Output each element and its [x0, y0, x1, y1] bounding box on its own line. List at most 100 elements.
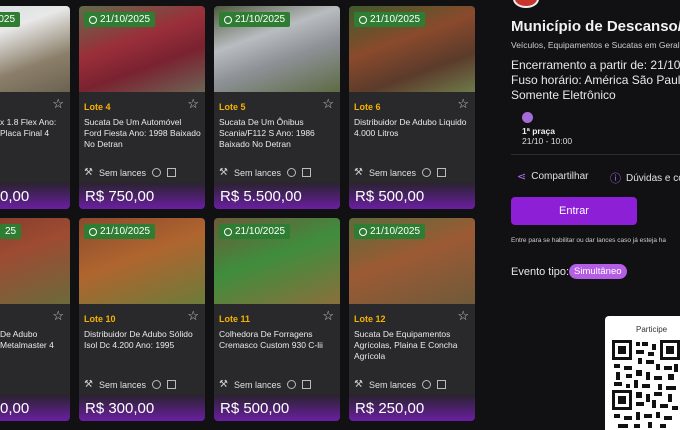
info-icon[interactable]: [287, 380, 296, 389]
lot-number: Lote 6: [354, 102, 381, 112]
bids-status: Sem lances: [368, 379, 416, 390]
bids-status: Sem lances: [368, 167, 416, 178]
lot-meta: ⚒ Sem lances: [219, 379, 336, 390]
image-icon[interactable]: [167, 380, 176, 389]
lot-description: Sucata De Equipamentos Agrícolas, Plaina…: [354, 329, 458, 361]
clock-icon: [224, 15, 232, 24]
qr-code-icon[interactable]: [612, 340, 680, 430]
info-icon[interactable]: [287, 168, 296, 177]
questions-button[interactable]: ⓘ Dúvidas e co: [610, 170, 680, 186]
questions-label: Dúvidas e co: [626, 172, 680, 184]
event-mode: Somente Eletrônico: [511, 88, 616, 102]
star-icon[interactable]: ☆: [322, 309, 334, 322]
lot-number: Lote 4: [84, 102, 111, 112]
date-badge: 21/10/2025: [0, 12, 21, 27]
lot-description: Colhedora De Forragens Cremasco Custom 9…: [219, 329, 323, 350]
share-button[interactable]: ⋖ Compartilhar: [517, 170, 588, 183]
event-subtitle: Veículos, Equipamentos e Sucatas em Gera…: [511, 40, 680, 50]
lot-price: R$ 500,00: [349, 183, 475, 209]
lot-meta: ⚒ Sem lances: [354, 379, 471, 390]
lot-card[interactable]: 21/10/2025 Lote 10 ☆ Distribuidor De Adu…: [79, 218, 205, 421]
star-icon[interactable]: ☆: [187, 97, 199, 110]
gavel-icon: ⚒: [84, 167, 93, 178]
image-icon[interactable]: [437, 168, 446, 177]
clock-icon: [89, 227, 97, 236]
date-badge: 21/10/2025: [219, 224, 291, 239]
lot-card[interactable]: 25 ☆ De Adubo Metalmaster 4 0,00: [0, 218, 70, 421]
lot-card[interactable]: 21/10/2025 Lote 5 ☆ Sucata De Um Ônibus …: [214, 6, 340, 209]
date-text: 21/10/2025: [370, 226, 421, 237]
date-text: 21/10/2025: [235, 14, 286, 25]
praca-date: 21/10 - 10:00: [522, 136, 573, 146]
bids-status: Sem lances: [98, 379, 146, 390]
image-icon[interactable]: [302, 168, 311, 177]
info-icon[interactable]: [422, 380, 431, 389]
info-icon[interactable]: [152, 380, 161, 389]
clock-icon: [224, 227, 232, 236]
date-text: 21/10/2025: [100, 14, 151, 25]
date-text: 21/10/2025: [0, 14, 16, 25]
question-icon: ⓘ: [610, 173, 621, 185]
lot-number: Lote 11: [219, 314, 251, 324]
qr-card[interactable]: Participe: [605, 316, 680, 430]
lot-card[interactable]: 21/10/2025 Lote 11 ☆ Colhedora De Forrag…: [214, 218, 340, 421]
info-icon[interactable]: [152, 168, 161, 177]
date-text: 21/10/2025: [100, 226, 151, 237]
image-icon[interactable]: [167, 168, 176, 177]
event-title: Município de Descanso/S: [511, 18, 680, 35]
lot-description: Distribuidor De Adubo Liquido 4.000 Litr…: [354, 117, 467, 138]
lot-price: 0,00: [0, 395, 70, 421]
date-badge: 25: [0, 224, 22, 239]
date-text: 25: [5, 226, 17, 237]
star-icon[interactable]: ☆: [457, 309, 469, 322]
lot-price: R$ 750,00: [79, 183, 205, 209]
star-icon[interactable]: ☆: [457, 97, 469, 110]
participe-label: Participe: [636, 325, 668, 334]
info-icon[interactable]: [422, 168, 431, 177]
gavel-icon: ⚒: [219, 167, 228, 178]
date-text: 21/10/2025: [235, 226, 286, 237]
gavel-icon: ⚒: [354, 167, 363, 178]
lot-number: Lote 10: [84, 314, 116, 324]
lot-meta: ⚒ Sem lances: [354, 167, 471, 178]
star-icon[interactable]: ☆: [187, 309, 199, 322]
lot-meta: ⚒ Sem lances: [84, 379, 201, 390]
star-icon[interactable]: ☆: [322, 97, 334, 110]
gavel-icon: ⚒: [219, 379, 228, 390]
auction-page: 21/10/2025 ☆ x 1.8 Flex Ano: Placa Final…: [0, 0, 680, 430]
clock-icon: [359, 15, 367, 24]
praca-indicator: [522, 112, 533, 123]
date-text: 21/10/2025: [370, 14, 421, 25]
lot-price: R$ 500,00: [214, 395, 340, 421]
divider: [511, 154, 680, 155]
date-badge: 21/10/2025: [219, 12, 291, 27]
praca-label: 1ª praça: [522, 126, 555, 136]
lot-price: R$ 300,00: [79, 395, 205, 421]
date-badge: 21/10/2025: [84, 224, 156, 239]
lot-meta: ⚒ Sem lances: [219, 167, 336, 178]
image-icon[interactable]: [302, 380, 311, 389]
lot-description: Sucata De Um Automóvel Ford Fiesta Ano: …: [84, 117, 201, 149]
star-icon[interactable]: ☆: [52, 309, 64, 322]
lot-price: R$ 5.500,00: [214, 183, 340, 209]
lot-card[interactable]: 21/10/2025 Lote 12 ☆ Sucata De Equipamen…: [349, 218, 475, 421]
enter-hint: Entre para se habilitar ou dar lances ca…: [511, 237, 667, 244]
lot-number: Lote 12: [354, 314, 386, 324]
closing-date: Encerramento a partir de: 21/10: [511, 58, 680, 72]
lot-card[interactable]: 21/10/2025 ☆ x 1.8 Flex Ano: Placa Final…: [0, 6, 70, 209]
lot-price: R$ 250,00: [349, 395, 475, 421]
date-badge: 21/10/2025: [84, 12, 156, 27]
image-icon[interactable]: [437, 380, 446, 389]
clock-icon: [89, 15, 97, 24]
bids-status: Sem lances: [233, 167, 281, 178]
star-icon[interactable]: ☆: [52, 97, 64, 110]
enter-button[interactable]: Entrar: [511, 197, 637, 225]
lot-description: De Adubo Metalmaster 4: [0, 329, 54, 350]
municipality-logo: [513, 0, 539, 8]
lot-card[interactable]: 21/10/2025 Lote 4 ☆ Sucata De Um Automóv…: [79, 6, 205, 209]
lot-card[interactable]: 21/10/2025 Lote 6 ☆ Distribuidor De Adub…: [349, 6, 475, 209]
date-badge: 21/10/2025: [354, 224, 426, 239]
gavel-icon: ⚒: [84, 379, 93, 390]
date-badge: 21/10/2025: [354, 12, 426, 27]
event-type-badge: Simultâneo: [569, 264, 627, 279]
